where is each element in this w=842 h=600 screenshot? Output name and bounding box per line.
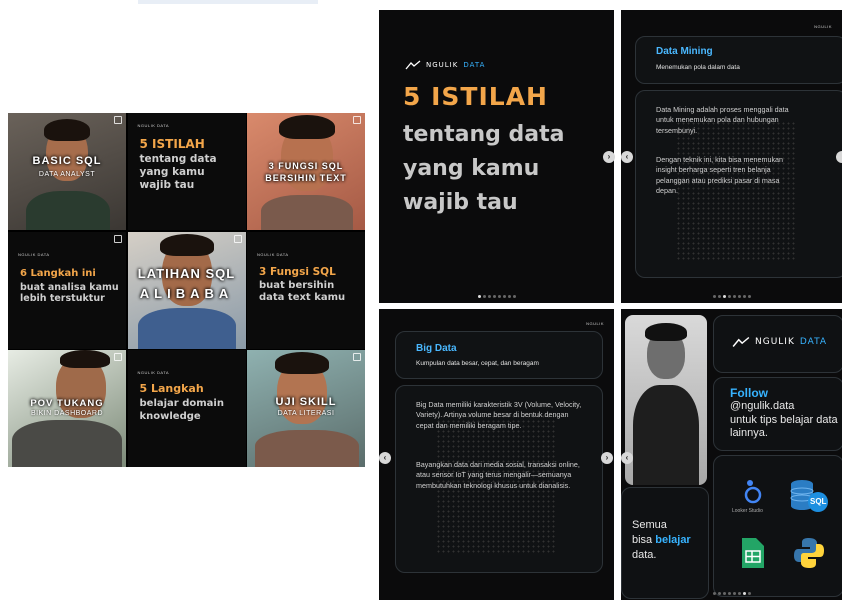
tile-subtitle: DATA LITERASI — [277, 410, 335, 417]
tagline-line: Semua — [632, 519, 667, 531]
slide-cover: NGULIK DATA 5 ISTILAH tentang data yang … — [379, 10, 614, 303]
chart-line-icon — [732, 336, 750, 347]
body-line: yang kamu — [403, 156, 540, 181]
follow-label: Follow — [730, 386, 768, 400]
post-tile-5-istilah[interactable]: NGULIK DATA 5 ISTILAH tentang data yang … — [127, 113, 246, 230]
post-tile-3-fungsi-sql[interactable]: 3 FUNGSI SQL BERSIHIN TEXT — [247, 113, 365, 230]
carousel-icon — [233, 234, 242, 243]
slide-data-mining: NGULIK Data Mining Menemukan pola dalam … — [621, 10, 842, 303]
tagline-highlight: belajar — [655, 534, 691, 546]
tile-brand: NGULIK DATA — [137, 123, 170, 128]
tile-subtitle: ALIBABA — [139, 285, 234, 301]
term-subtitle: Menemukan pola dalam data — [656, 64, 740, 71]
post-tile-basic-sql[interactable]: BASIC SQL DATA ANALYST — [8, 113, 126, 230]
tile-subtitle: BIKIN DASHBOARD — [30, 410, 104, 417]
next-arrow-icon[interactable] — [836, 151, 842, 163]
post-tile-6-langkah[interactable]: NGULIK DATA 6 Langkah ini buat analisa k… — [8, 231, 126, 349]
follow-card: Follow @ngulik.data untuk tips belajar d… — [713, 377, 842, 451]
carousel-icon — [353, 353, 361, 361]
body-line: wajib tau — [403, 190, 518, 215]
tile-title: POV TUKANG — [30, 398, 104, 409]
term-header-card: Data Mining Menemukan pola dalam data — [635, 36, 842, 84]
next-arrow-icon[interactable]: › — [601, 452, 613, 464]
term-title: Data Mining — [656, 46, 713, 57]
handle-link[interactable]: @ngulik.data — [730, 400, 794, 412]
slide-indicator — [712, 592, 751, 595]
term-header-card: Big Data Kumpulan data besar, cepat, dan… — [395, 331, 603, 379]
prev-arrow-icon[interactable]: ‹ — [621, 452, 633, 464]
slide-indicator — [477, 295, 516, 298]
tile-brand: NGULIK DATA — [257, 251, 289, 257]
tile-body: buat bersihin data text kamu — [259, 279, 346, 304]
tile-body: tentang data yang kamu wajib tau — [139, 153, 217, 192]
brand-card: NGULIK DATA — [713, 315, 842, 373]
tile-title: 6 Langkah ini — [20, 267, 96, 279]
carousel-icon — [353, 116, 361, 124]
brand-logo: NGULIK DATA — [405, 60, 485, 70]
post-tile-uji-skill[interactable]: UJI SKILL DATA LITERASI — [247, 350, 365, 467]
post-tile-latihan-sql[interactable]: LATIHAN SQL ALIBABA — [127, 231, 246, 349]
slide-big-data: NGULIK Big Data Kumpulan data besar, cep… — [379, 309, 614, 600]
prev-arrow-icon[interactable]: ‹ — [379, 452, 391, 464]
term-paragraph-2: Dengan teknik ini, kita bisa menemukan i… — [656, 155, 784, 196]
post-tile-3-fungsi-sql-text[interactable]: NGULIK DATA 3 Fungsi SQL buat bersihin d… — [247, 231, 365, 349]
brand-data: DATA — [799, 337, 828, 347]
carousel-icon — [114, 234, 122, 243]
tile-subtitle: BERSIHIN TEXT — [265, 173, 347, 183]
brand-name: NGULIK — [755, 337, 795, 347]
next-arrow-icon[interactable]: › — [603, 151, 615, 163]
slide-body: tentang data yang kamu wajib tau — [403, 118, 565, 220]
tile-body: buat analisa kamu lebih terstuktur — [20, 281, 119, 305]
slide-indicator — [712, 295, 751, 298]
term-paragraph-2: Bayangkan data dari media sosial, transa… — [416, 460, 580, 490]
tagline-line: data. — [632, 549, 657, 561]
term-body-card: Data Mining adalah proses menggali data … — [635, 90, 842, 278]
brand-name: NGULIK — [426, 61, 459, 69]
term-title: Big Data — [416, 343, 457, 354]
tagline-word: bisa — [632, 534, 653, 546]
post-tile-5-langkah[interactable]: NGULIK DATA 5 Langkah belajar domain kno… — [127, 350, 246, 467]
tile-title: 3 Fungsi SQL — [259, 265, 336, 278]
carousel-icon — [114, 353, 122, 361]
tile-title: 3 FUNGSI SQL — [268, 161, 344, 171]
slide-follow: NGULIK DATA Follow @ngulik.data untuk ti… — [621, 309, 842, 600]
tagline-card: Semua bisa belajar data. — [621, 487, 709, 599]
post-grid: BASIC SQL DATA ANALYST NGULIK DATA 5 IST… — [8, 113, 365, 467]
looker-label: Looker Studio — [732, 508, 763, 514]
tile-title: LATIHAN SQL — [137, 265, 236, 281]
python-icon — [794, 538, 824, 568]
tools-card: Looker Studio SQL — [713, 455, 842, 597]
term-paragraph-1: Big Data memiliki karakteristik 3V (Volu… — [416, 400, 582, 430]
term-subtitle: Kumpulan data besar, cepat, dan beragam — [416, 360, 539, 367]
chart-line-icon — [405, 60, 421, 70]
brand-mini: NGULIK — [814, 24, 832, 29]
body-line: tentang data — [403, 122, 565, 147]
post-tile-pov-tukang[interactable]: POV TUKANG BIKIN DASHBOARD — [8, 350, 126, 467]
tile-subtitle: DATA ANALYST — [38, 171, 96, 178]
prev-arrow-icon[interactable]: ‹ — [621, 151, 633, 163]
tile-brand: NGULIK DATA — [18, 251, 50, 257]
tile-title: 5 Langkah — [139, 382, 204, 395]
sql-label: SQL — [810, 497, 827, 506]
term-paragraph-1: Data Mining adalah proses menggali data … — [656, 105, 789, 135]
follow-text: untuk tips belajar data lainnya. — [730, 414, 838, 439]
sql-database-icon — [790, 480, 828, 512]
carousel-icon — [114, 116, 122, 124]
tile-title: UJI SKILL — [275, 396, 337, 408]
tile-title: BASIC SQL — [32, 155, 102, 167]
slide-title: 5 ISTILAH — [403, 82, 548, 111]
brand-mini: NGULIK — [586, 321, 604, 326]
top-bar — [138, 0, 318, 4]
looker-studio-icon — [744, 480, 762, 504]
tagline: Semua bisa belajar data. — [632, 518, 691, 563]
tile-brand: NGULIK DATA — [137, 370, 170, 375]
profile-photo — [625, 315, 707, 485]
tile-body: belajar domain knowledge — [139, 398, 224, 422]
tile-title: 5 ISTILAH — [139, 137, 205, 151]
brand-logo: NGULIK DATA — [732, 336, 827, 348]
term-body-card: Big Data memiliki karakteristik 3V (Volu… — [395, 385, 603, 573]
google-sheets-icon — [742, 538, 764, 568]
brand-data: DATA — [463, 61, 486, 69]
